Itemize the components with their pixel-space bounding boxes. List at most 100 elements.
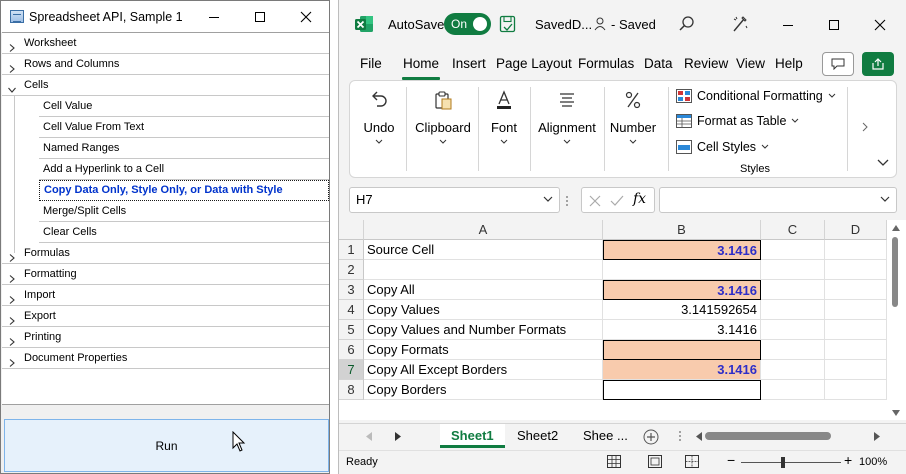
minimize-button[interactable]	[191, 1, 237, 32]
chevron-right-icon[interactable]	[8, 40, 16, 52]
column-header-d[interactable]: D	[825, 220, 887, 240]
cell-d[interactable]	[825, 260, 887, 280]
tab-review[interactable]: Review	[684, 56, 728, 71]
close-button[interactable]	[283, 1, 329, 32]
sheet-tab-sheet2[interactable]: Sheet2	[506, 424, 569, 448]
title-bar[interactable]: Spreadsheet API, Sample 1	[1, 1, 329, 32]
cell-c[interactable]	[761, 380, 825, 400]
chevron-right-icon[interactable]	[8, 313, 16, 325]
excel-minimize-button[interactable]	[765, 0, 811, 50]
designer-icon[interactable]	[731, 14, 749, 34]
scroll-down-icon[interactable]	[892, 410, 900, 416]
autosave-toggle[interactable]: On	[444, 13, 491, 35]
column-header-a[interactable]: A	[364, 220, 603, 240]
cell-a[interactable]: Source Cell	[364, 240, 603, 260]
tree-node[interactable]: Export	[2, 306, 329, 327]
tree-node-selected[interactable]: Copy Data Only, Style Only, or Data with…	[39, 180, 329, 201]
tab-file[interactable]: File	[360, 56, 382, 71]
save-status-icon[interactable]	[499, 14, 517, 34]
cell-a[interactable]: Copy Values and Number Formats	[364, 320, 603, 340]
excel-maximize-button[interactable]	[811, 0, 857, 50]
add-sheet-icon[interactable]	[643, 429, 659, 445]
cell-d[interactable]	[825, 300, 887, 320]
cell-c[interactable]	[761, 320, 825, 340]
tab-help[interactable]: Help	[775, 56, 803, 71]
next-sheet-icon[interactable]	[395, 432, 401, 441]
row-header[interactable]: 8	[339, 380, 364, 400]
cell-b[interactable]: 3.1416	[603, 280, 761, 300]
row-header[interactable]: 3	[339, 280, 364, 300]
cell-c[interactable]	[761, 340, 825, 360]
cell-b[interactable]: 3.1416	[603, 360, 761, 380]
cell-d[interactable]	[825, 280, 887, 300]
font-group[interactable]: Font	[482, 81, 526, 177]
row-header[interactable]: 6	[339, 340, 364, 360]
vertical-scrollbar[interactable]	[887, 220, 906, 420]
chevron-right-icon[interactable]	[8, 334, 16, 346]
chevron-right-icon[interactable]	[861, 122, 869, 132]
page-break-view-icon[interactable]	[685, 455, 699, 468]
cell-d[interactable]	[825, 360, 887, 380]
cell-c[interactable]	[761, 260, 825, 280]
tree-node[interactable]: Formulas	[2, 243, 329, 264]
sheet-tab-sheet1[interactable]: Sheet1	[440, 424, 505, 448]
chevron-down-icon[interactable]	[8, 82, 16, 93]
excel-close-button[interactable]	[857, 0, 903, 50]
sheet-tab-more[interactable]: Shee ...	[572, 424, 639, 448]
insert-function-button[interactable]: fx	[633, 191, 646, 207]
run-button[interactable]: Run	[4, 419, 329, 472]
chevron-right-icon[interactable]	[8, 355, 16, 367]
zoom-level[interactable]: 100%	[859, 456, 887, 468]
tree-node[interactable]: Import	[2, 285, 329, 306]
row-header[interactable]: 5	[339, 320, 364, 340]
tree-child-node[interactable]: Named Ranges	[39, 138, 329, 159]
tree-child-node[interactable]: Cell Value	[39, 96, 329, 117]
search-icon[interactable]	[678, 15, 696, 33]
vertical-scroll-thumb[interactable]	[892, 237, 898, 307]
cell-b[interactable]	[603, 260, 761, 280]
tab-formulas[interactable]: Formulas	[578, 56, 634, 71]
scroll-left-icon[interactable]	[696, 432, 702, 441]
maximize-button[interactable]	[237, 1, 283, 32]
page-layout-view-icon[interactable]	[648, 455, 662, 468]
tree-child-node[interactable]: Cell Value From Text	[39, 117, 329, 138]
confirm-entry-icon[interactable]	[610, 195, 624, 207]
cell-c[interactable]	[761, 300, 825, 320]
cancel-entry-icon[interactable]	[589, 195, 601, 207]
tree-node[interactable]: Worksheet	[2, 33, 329, 54]
cell-b[interactable]	[603, 340, 761, 360]
zoom-out-icon[interactable]: −	[727, 452, 735, 468]
undo-group[interactable]: Undo	[356, 81, 402, 177]
cell-d[interactable]	[825, 380, 887, 400]
chevron-right-icon[interactable]	[8, 271, 16, 283]
cell-a[interactable]: Copy Values	[364, 300, 603, 320]
conditional-formatting-button[interactable]: Conditional Formatting	[676, 86, 836, 106]
tree-node[interactable]: Document Properties	[2, 348, 329, 369]
cell-b[interactable]: 3.141592654	[603, 300, 761, 320]
clipboard-group[interactable]: Clipboard	[410, 81, 476, 177]
tree-node[interactable]: Printing	[2, 327, 329, 348]
cell-b[interactable]	[603, 380, 761, 400]
cell-c[interactable]	[761, 240, 825, 260]
normal-view-icon[interactable]	[607, 455, 621, 468]
tab-insert[interactable]: Insert	[452, 56, 486, 71]
cell-d[interactable]	[825, 340, 887, 360]
column-header-c[interactable]: C	[761, 220, 825, 240]
chevron-down-icon[interactable]	[877, 159, 889, 167]
cell-a[interactable]: Copy Borders	[364, 380, 603, 400]
chevron-right-icon[interactable]	[8, 292, 16, 304]
number-group[interactable]: Number	[608, 81, 658, 177]
scroll-right-icon[interactable]	[874, 432, 880, 441]
cell-a[interactable]: Copy All Except Borders	[364, 360, 603, 380]
tree-child-node[interactable]: Clear Cells	[39, 222, 329, 243]
zoom-slider-track[interactable]	[741, 462, 841, 463]
zoom-in-icon[interactable]: +	[844, 452, 852, 468]
tab-home[interactable]: Home	[403, 56, 439, 71]
cell-styles-button[interactable]: Cell Styles	[676, 137, 769, 157]
alignment-group[interactable]: Alignment	[534, 81, 600, 177]
cell-a[interactable]: Copy Formats	[364, 340, 603, 360]
tree-node[interactable]: Rows and Columns	[2, 54, 329, 75]
chevron-right-icon[interactable]	[8, 61, 16, 73]
column-header-b[interactable]: B	[603, 220, 761, 240]
row-header[interactable]: 2	[339, 260, 364, 280]
